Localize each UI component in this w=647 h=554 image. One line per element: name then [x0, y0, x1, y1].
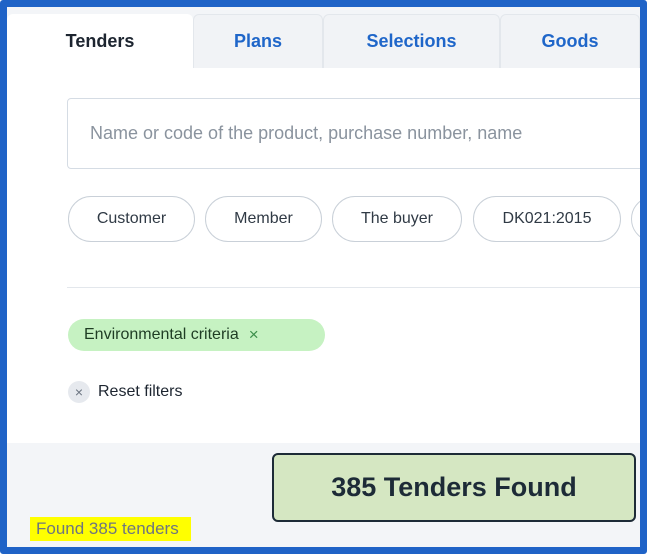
- filter-chip-partial[interactable]: [631, 196, 640, 242]
- close-icon[interactable]: ×: [249, 325, 259, 345]
- divider: [67, 287, 640, 288]
- filter-chip-member[interactable]: Member: [205, 196, 322, 242]
- tab-plans[interactable]: Plans: [193, 14, 323, 68]
- tab-bar: Tenders Plans Selections Goods: [7, 7, 640, 68]
- results-callout: 385 Tenders Found: [272, 453, 636, 522]
- search-input[interactable]: Name or code of the product, purchase nu…: [67, 98, 640, 169]
- clear-icon: ×: [68, 381, 90, 403]
- results-area: 385 Tenders Found Found 385 tenders: [7, 443, 640, 547]
- filter-chip-buyer[interactable]: The buyer: [332, 196, 462, 242]
- tab-selections[interactable]: Selections: [323, 14, 500, 68]
- filter-chip-customer[interactable]: Customer: [68, 196, 195, 242]
- tab-goods[interactable]: Goods: [500, 14, 640, 68]
- filter-chip-dk021[interactable]: DK021:2015: [473, 196, 621, 242]
- filter-panel: Name or code of the product, purchase nu…: [7, 68, 640, 443]
- results-count-text: Found 385 tenders: [30, 517, 191, 541]
- reset-filters-label: Reset filters: [98, 383, 183, 400]
- page: Tenders Plans Selections Goods Name or c…: [7, 7, 640, 547]
- screenshot-frame: Tenders Plans Selections Goods Name or c…: [0, 0, 647, 554]
- active-filter-tag[interactable]: Environmental criteria ×: [68, 319, 325, 351]
- reset-filters-button[interactable]: × Reset filters: [68, 380, 182, 404]
- active-filter-label: Environmental criteria: [84, 326, 239, 343]
- tab-tenders[interactable]: Tenders: [7, 14, 193, 68]
